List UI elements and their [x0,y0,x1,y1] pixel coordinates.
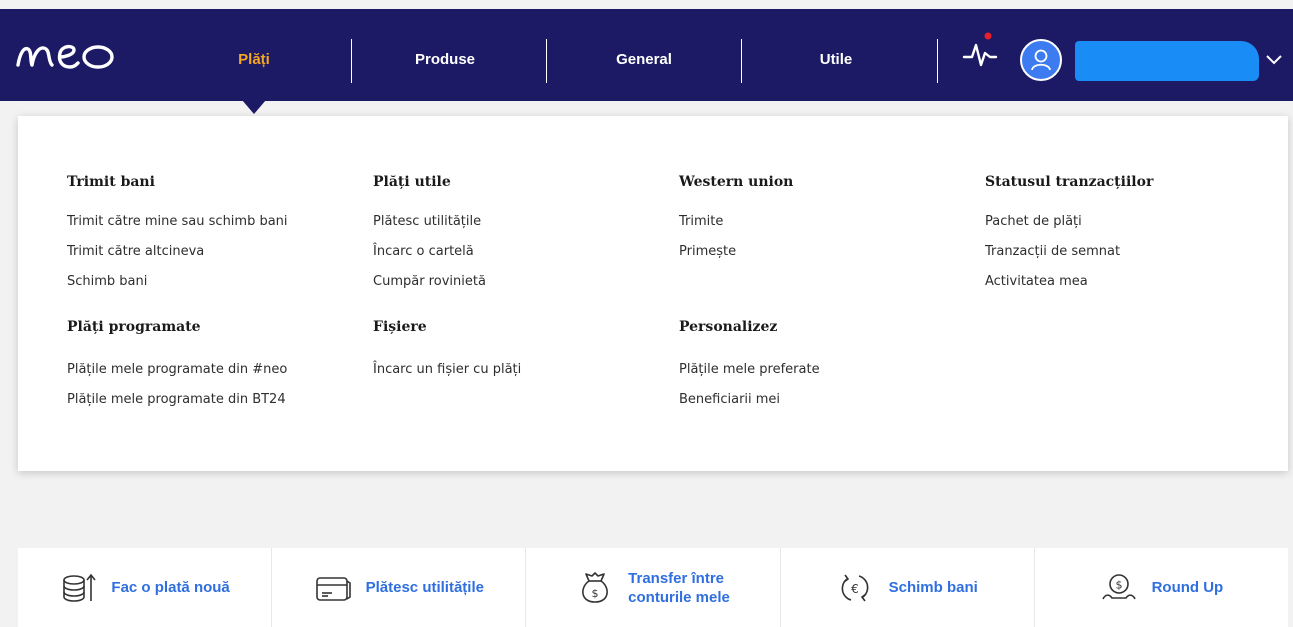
menu-link[interactable]: Beneficiarii mei [679,392,780,407]
quick-action-label: Round Up [1151,579,1224,596]
quick-action-label: Plătesc utilitățile [365,579,484,596]
coin-hand-icon: $ [1101,573,1136,599]
menu-link[interactable]: Plățile mele programate din BT24 [67,392,286,407]
svg-text:€: € [851,582,859,596]
svg-text:$: $ [592,587,599,600]
menu-link[interactable]: Plățile mele preferate [679,362,820,377]
svg-text:$: $ [1115,578,1122,591]
menu-link[interactable]: Trimit către mine sau schimb bani [67,214,288,229]
menu-link[interactable]: Pachet de plăți [985,214,1082,229]
payments-dropdown-menu: Trimit bani Trimit către mine sau schimb… [18,116,1288,471]
money-bag-icon: $ [582,571,608,603]
menu-link[interactable]: Tranzacții de semnat [985,244,1120,259]
quick-action-round-up[interactable]: $ Round Up [1035,548,1288,627]
quick-action-label: Schimb bani [888,579,978,596]
quick-action-own-transfer[interactable]: $ Transfer între conturile mele [526,548,781,627]
quick-action-label: Transfer între conturile mele [628,569,730,607]
menu-link[interactable]: Plătesc utilitățile [373,214,481,229]
menu-link[interactable]: Încarc un fișier cu plăți [373,362,521,377]
nav-tab-utile[interactable]: Utile [806,9,866,109]
quick-action-label-line2: conturile mele [628,588,730,606]
nav-tab-produse[interactable]: Produse [405,9,485,109]
quick-action-label: Fac o plată nouă [111,579,230,596]
chevron-down-icon[interactable] [1265,53,1283,67]
quick-action-pay-utilities[interactable]: Plătesc utilitățile [272,548,527,627]
quick-action-label-line1: Transfer între [628,569,725,587]
menu-section-title: Statusul tranzacțiilor [985,174,1154,190]
user-avatar[interactable] [1020,39,1062,81]
nav-divider [546,39,547,83]
nav-divider [937,39,938,83]
menu-section-title: Fișiere [373,319,427,335]
nav-tab-general[interactable]: General [604,9,684,109]
menu-link[interactable]: Activitatea mea [985,274,1088,289]
nav-divider [741,39,742,83]
nav-divider [351,39,352,83]
nav-tab-plati[interactable]: Plăți [222,9,286,109]
quick-action-exchange[interactable]: € Schimb bani [781,548,1035,627]
card-icon [315,576,351,601]
menu-section-title: Trimit bani [67,174,155,190]
menu-link[interactable]: Plățile mele programate din #neo [67,362,287,377]
menu-section-title: Plăți utile [373,174,451,190]
menu-section-title: Personalizez [679,319,778,335]
menu-link[interactable]: Schimb bani [67,274,147,289]
top-navbar: Plăți Produse General Utile [0,9,1293,101]
dropdown-caret [242,100,266,114]
username-redacted[interactable] [1075,41,1259,81]
coins-arrow-icon [63,573,97,602]
menu-section-title: Western union [679,174,794,190]
menu-link[interactable]: Trimite [679,214,723,229]
menu-link[interactable]: Încarc o cartelă [373,244,474,259]
menu-link[interactable]: Primește [679,244,736,259]
neo-logo[interactable] [12,35,118,75]
user-icon [1031,49,1051,71]
quick-action-new-payment[interactable]: Fac o plată nouă [18,548,273,627]
menu-section-title: Plăți programate [67,319,201,335]
quick-actions-bar: Fac o plată nouă Plătesc utilitățile $ T… [18,548,1288,627]
activity-icon[interactable] [962,31,998,71]
menu-link[interactable]: Cumpăr rovinietă [373,274,486,289]
euro-exchange-icon: € [841,574,869,601]
menu-link[interactable]: Trimit către altcineva [67,244,204,259]
